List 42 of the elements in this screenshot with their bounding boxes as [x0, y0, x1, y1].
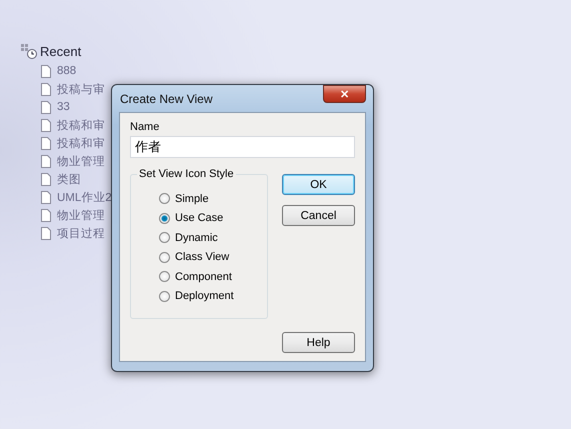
document-icon	[41, 64, 51, 78]
window-title: Create New View	[119, 92, 212, 106]
tree-item[interactable]: 类图	[57, 172, 81, 186]
radio-button[interactable]	[159, 290, 170, 302]
close-button[interactable]: ✕	[323, 85, 366, 103]
document-icon	[41, 154, 51, 168]
document-icon	[41, 136, 51, 150]
tree-item[interactable]: 投稿和审	[57, 118, 105, 132]
tree-item[interactable]: 投稿和审	[57, 136, 105, 150]
document-icon	[41, 118, 51, 132]
name-field[interactable]: 作者	[130, 136, 355, 158]
tree-item[interactable]: 888	[57, 65, 76, 77]
radio-button[interactable]	[159, 212, 170, 224]
tree-item[interactable]: 物业管理	[57, 154, 105, 168]
document-icon	[41, 226, 51, 240]
tree-item[interactable]: 项目过程	[57, 226, 105, 240]
document-icon	[41, 172, 51, 186]
tree-item[interactable]: 33	[57, 101, 70, 113]
radio-label[interactable]: Dynamic	[175, 232, 218, 244]
radio-button[interactable]	[159, 252, 170, 263]
radio-button[interactable]	[159, 193, 170, 204]
group-label: Set View Icon Style	[137, 168, 236, 180]
cancel-button[interactable]: Cancel	[282, 205, 355, 226]
tree-root-label[interactable]: Recent	[40, 44, 82, 58]
document-icon	[41, 82, 51, 96]
tree-item[interactable]: 投稿与审	[57, 82, 105, 96]
radio-button[interactable]	[159, 232, 170, 244]
radio-button[interactable]	[159, 271, 170, 282]
radio-label[interactable]: Deployment	[175, 290, 234, 302]
name-label: Name	[130, 121, 160, 133]
recent-icon	[20, 43, 38, 59]
radio-label[interactable]: Component	[175, 270, 232, 283]
document-icon	[41, 208, 51, 222]
document-icon	[41, 100, 51, 114]
help-button[interactable]: Help	[282, 332, 355, 353]
ok-button[interactable]: OK	[282, 174, 355, 195]
document-icon	[41, 190, 51, 204]
radio-label[interactable]: Use Case	[175, 212, 224, 224]
tree-item[interactable]: UML作业2	[57, 190, 112, 204]
radio-label[interactable]: Class View	[175, 251, 230, 264]
radio-label[interactable]: Simple	[175, 192, 209, 205]
tree-item[interactable]: 物业管理	[57, 208, 105, 222]
